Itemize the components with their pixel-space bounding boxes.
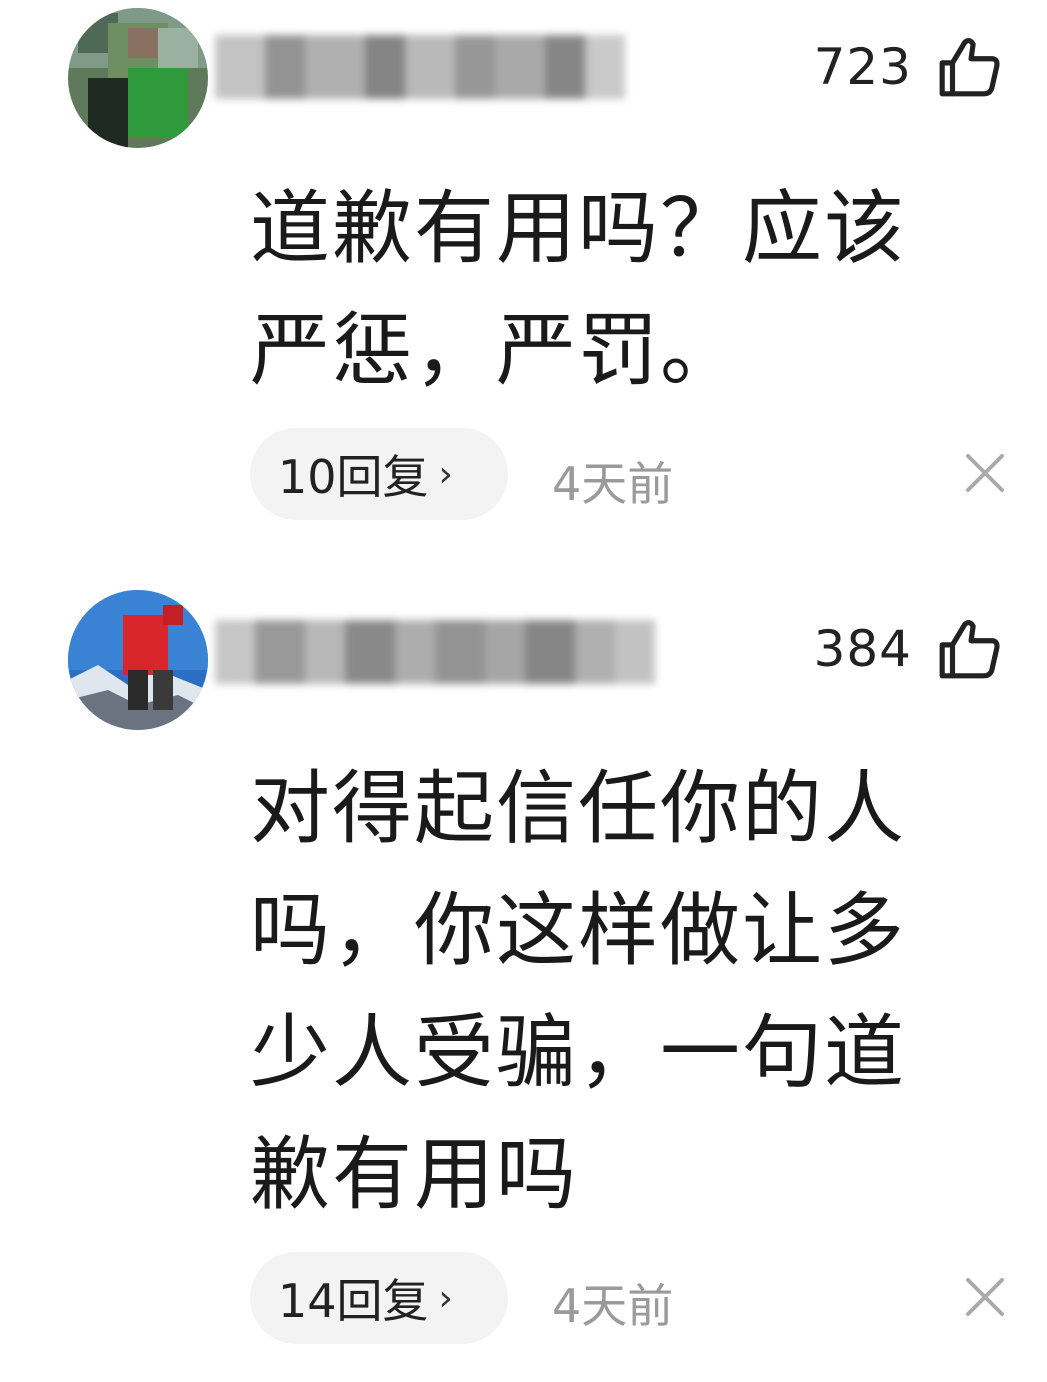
replies-button[interactable]: 10回复 › [250,428,508,520]
thumb-up-icon[interactable] [936,616,1002,682]
avatar-image [68,8,208,148]
close-icon[interactable] [962,1274,1008,1320]
comment-text: 道歉有用吗？应该 严惩，严罚。 [250,168,970,412]
user-avatar[interactable] [68,590,208,730]
like-count: 723 [813,38,912,96]
comment-line: 道歉有用吗？应该 [250,182,906,275]
replies-button[interactable]: 14回复 › [250,1252,508,1344]
comment-line: 对得起信任你的人 [250,762,906,855]
comment-text: 对得起信任你的人 吗，你这样做让多 少人受骗，一句道 歉有用吗 [250,748,970,1236]
comment-line: 歉有用吗 [250,1128,578,1221]
comment-line: 吗，你这样做让多 [250,884,906,977]
comment-line: 严惩，严罚。 [250,304,742,397]
close-icon[interactable] [962,450,1008,496]
username-blurred[interactable] [215,620,695,684]
chevron-right-icon: › [438,1277,453,1319]
timestamp: 4天前 [552,1279,674,1333]
comment-item: 384 对得起信任你的人 吗，你这样做让多 少人受骗，一句道 歉有用吗 14回复… [0,580,1047,1380]
avatar-image [68,590,208,730]
chevron-right-icon: › [438,453,453,495]
comment-line: 少人受骗，一句道 [250,1006,906,1099]
replies-label: 10回复 [278,450,429,504]
timestamp: 4天前 [552,457,674,511]
username-blurred[interactable] [215,35,635,99]
thumb-up-icon[interactable] [936,34,1002,100]
replies-label: 14回复 [278,1274,429,1328]
user-avatar[interactable] [68,8,208,148]
comment-item: 723 道歉有用吗？应该 严惩，严罚。 10回复 › 4天前 [0,0,1047,560]
like-count: 384 [813,620,912,678]
